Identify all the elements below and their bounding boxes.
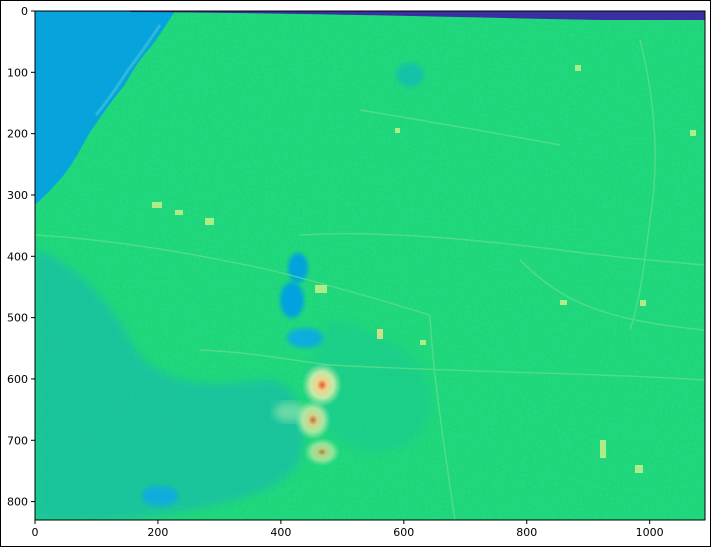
lake-southwest <box>142 486 178 506</box>
x-tick-label: 400 <box>270 526 291 539</box>
x-tick-label: 1000 <box>636 526 664 539</box>
y-tick-label: 400 <box>7 250 28 263</box>
x-axis-ticks: 0 200 400 600 800 1000 <box>32 520 664 539</box>
y-tick-label: 200 <box>7 128 28 141</box>
plot-area <box>35 11 705 520</box>
y-tick-label: 600 <box>7 373 28 386</box>
y-tick-label: 100 <box>7 66 28 79</box>
x-tick-label: 200 <box>147 526 168 539</box>
y-tick-label: 700 <box>7 434 28 447</box>
lake-middle <box>280 282 304 318</box>
lake-south <box>287 328 323 348</box>
y-axis-ticks: 0 100 200 300 400 500 600 700 800 <box>7 5 35 509</box>
x-tick-label: 0 <box>32 526 39 539</box>
y-tick-label: 500 <box>7 312 28 325</box>
x-tick-label: 800 <box>516 526 537 539</box>
y-tick-label: 0 <box>21 5 28 18</box>
y-tick-label: 300 <box>7 189 28 202</box>
x-tick-label: 600 <box>393 526 414 539</box>
y-tick-label: 800 <box>7 496 28 509</box>
heatmap-plot: 0 200 400 600 800 1000 0 100 200 300 400 500 600 700… <box>7 5 706 539</box>
lake-east <box>396 63 424 87</box>
